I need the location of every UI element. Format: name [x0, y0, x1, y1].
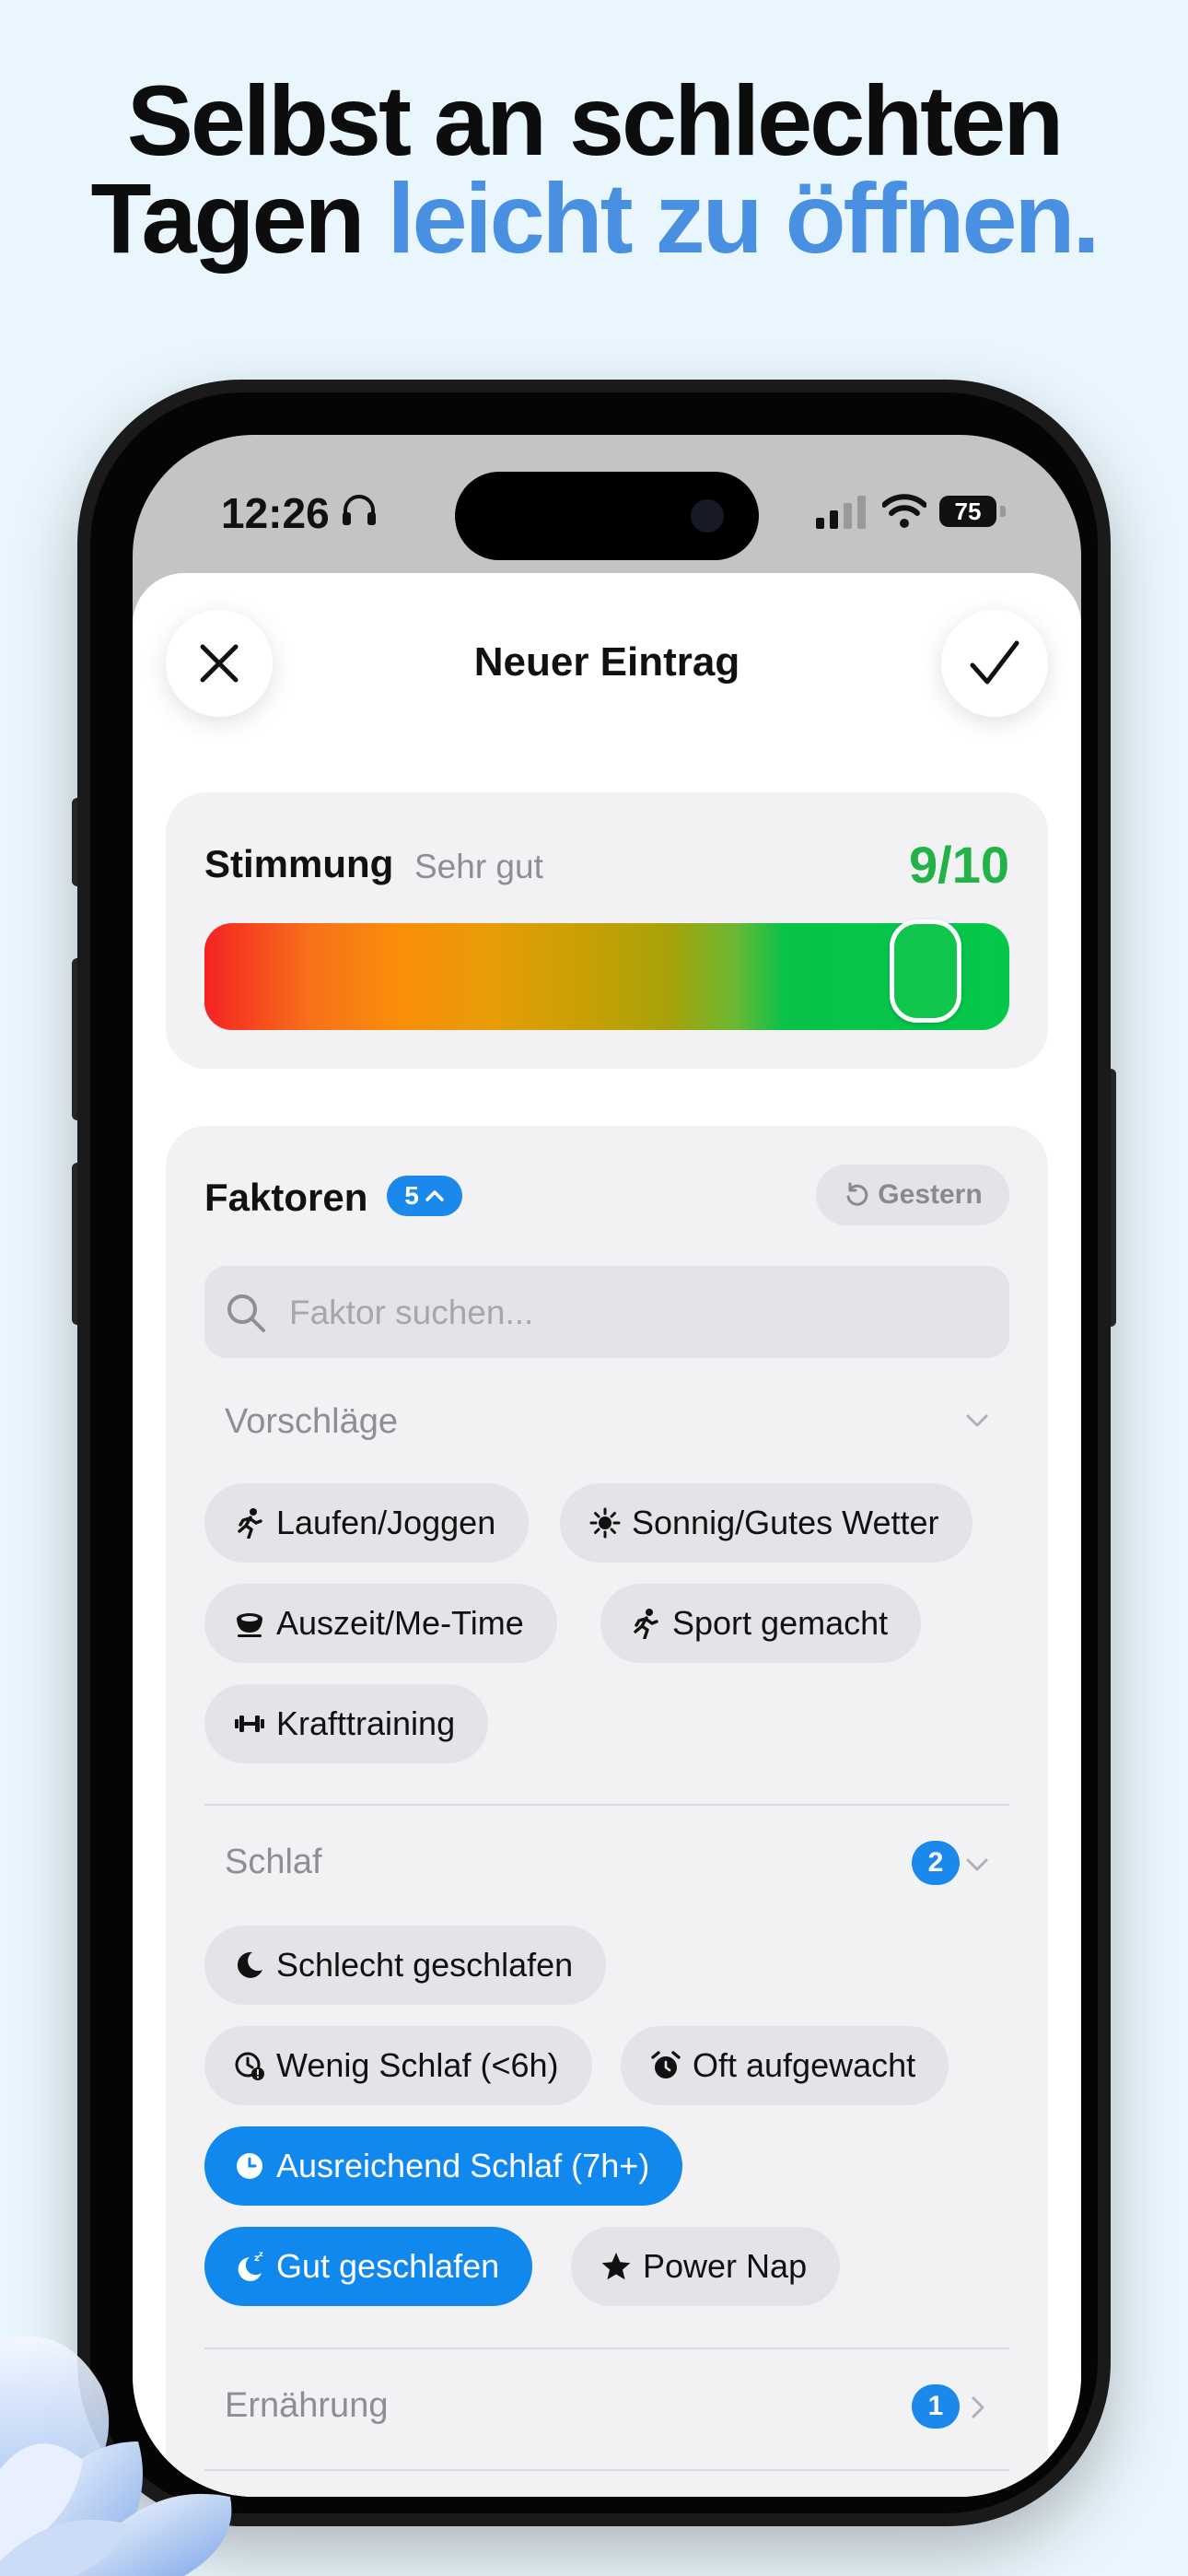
dumbbell-icon [235, 1715, 264, 1732]
alarm-clock-icon [651, 2051, 681, 2078]
divider [204, 2348, 1009, 2349]
yesterday-button[interactable]: Gestern [816, 1165, 1009, 1225]
status-time: 12:26 [221, 489, 330, 537]
chip-label: Sport gemacht [672, 1604, 889, 1642]
sleep-count-badge: 2 [912, 1841, 960, 1885]
chip-label: Oft aufgewacht [693, 2046, 916, 2084]
chip-krafttraining[interactable]: Krafttraining [204, 1684, 489, 1763]
phone-screen: 12:26 75 Neuer Eintrag Stimmung Sehr gut… [133, 435, 1081, 2497]
dynamic-island [455, 472, 759, 560]
factors-count: 5 [404, 1181, 419, 1210]
save-button[interactable] [941, 610, 1048, 717]
chip-label: Krafttraining [276, 1704, 456, 1742]
factors-title: Faktoren [204, 1176, 368, 1219]
chip-label: Auszeit/Me-Time [276, 1604, 524, 1642]
chip-sonnig-gutes-wetter[interactable]: Sonnig/Gutes Wetter [560, 1483, 973, 1563]
checkmark-icon [970, 640, 1019, 685]
camera-icon [691, 499, 724, 533]
chip-sport-gemacht[interactable]: Sport gemacht [600, 1584, 922, 1663]
mood-slider[interactable] [204, 919, 1009, 1030]
nutrition-count-badge: 1 [912, 2384, 960, 2429]
factor-search-field[interactable]: Faktor suchen... [204, 1266, 1009, 1358]
factors-count-badge[interactable]: 5 [387, 1176, 462, 1216]
divider [204, 2469, 1009, 2471]
headline: Selbst an schlechten Tagen leicht zu öff… [0, 64, 1188, 268]
clock-alert-icon [235, 2052, 264, 2080]
svg-text:z: z [259, 2251, 263, 2258]
cup-icon [237, 1613, 262, 1637]
phone-frame: 12:26 75 Neuer Eintrag Stimmung Sehr gut… [77, 380, 1111, 2526]
wifi-icon [882, 494, 926, 528]
entry-sheet: Neuer Eintrag Stimmung Sehr gut 9/10 Fak… [133, 573, 1081, 2497]
chip-oft-aufgewacht[interactable]: Oft aufgewacht [621, 2026, 949, 2105]
chip-laufen-joggen[interactable]: Laufen/Joggen [204, 1483, 530, 1563]
chip-label: Ausreichend Schlaf (7h+) [276, 2147, 650, 2184]
chip-label: Laufen/Joggen [276, 1504, 496, 1541]
chip-schlecht-geschlafen[interactable]: Schlecht geschlafen [204, 1926, 607, 2005]
divider [204, 1804, 1009, 1806]
sheet-title: Neuer Eintrag [473, 639, 740, 685]
lotus-decoration [0, 2336, 232, 2576]
headline-line-1: Selbst an schlechten [126, 64, 1064, 176]
signal-icon [816, 496, 866, 529]
phone-bezel: 12:26 75 Neuer Eintrag Stimmung Sehr gut… [90, 392, 1098, 2513]
suggestions-label: Vorschläge [225, 1402, 399, 1441]
search-placeholder: Faktor suchen... [289, 1294, 534, 1331]
sleep-label: Schlaf [225, 1843, 322, 1881]
yesterday-label: Gestern [878, 1179, 983, 1210]
clock-icon [237, 2153, 262, 2179]
mood-description: Sehr gut [414, 848, 543, 885]
moon-zzz-icon: z z [238, 2251, 263, 2281]
star-icon [601, 2253, 631, 2280]
headline-line-2: Tagen leicht zu öffnen. [0, 169, 1188, 268]
chip-auszeit-me-time[interactable]: Auszeit/Me-Time [204, 1584, 557, 1663]
search-icon [227, 1294, 265, 1332]
headline-accent: leicht zu öffnen. [387, 162, 1101, 274]
mood-slider-thumb[interactable] [889, 919, 961, 1023]
chip-power-nap[interactable]: Power Nap [571, 2227, 841, 2306]
chevron-up-icon [425, 1190, 444, 1201]
factors-card: Faktoren 5 Gestern Faktor suchen... Vors… [166, 1126, 1048, 2497]
headline-plain: Tagen [90, 162, 365, 274]
chevron-down-icon[interactable] [963, 1406, 991, 1434]
chip-label: Power Nap [643, 2247, 808, 2285]
sun-icon [589, 1507, 621, 1539]
chip-label: Wenig Schlaf (<6h) [276, 2046, 559, 2084]
battery-level: 75 [939, 496, 996, 527]
chip-wenig-schlaf[interactable]: Wenig Schlaf (<6h) [204, 2026, 592, 2105]
battery-tip [1000, 506, 1006, 517]
battery-indicator: 75 [939, 496, 1007, 529]
moon-icon [237, 1951, 262, 1978]
undo-icon [846, 1182, 868, 1206]
headphones-icon [343, 495, 376, 525]
chip-ausreichend-schlaf[interactable]: Ausreichend Schlaf (7h+) [204, 2126, 683, 2206]
running-icon [634, 1609, 658, 1639]
running-icon [238, 1508, 262, 1539]
chevron-right-icon[interactable] [963, 2394, 991, 2421]
chip-label: Schlecht geschlafen [276, 1946, 574, 1984]
chip-label: Gut geschlafen [276, 2247, 500, 2285]
chevron-down-icon[interactable] [963, 1850, 991, 1878]
chip-label: Sonnig/Gutes Wetter [632, 1504, 939, 1541]
mood-label: Stimmung [204, 842, 394, 885]
mood-score: 9/10 [909, 836, 1009, 894]
mood-card: Stimmung Sehr gut 9/10 [166, 792, 1048, 1069]
